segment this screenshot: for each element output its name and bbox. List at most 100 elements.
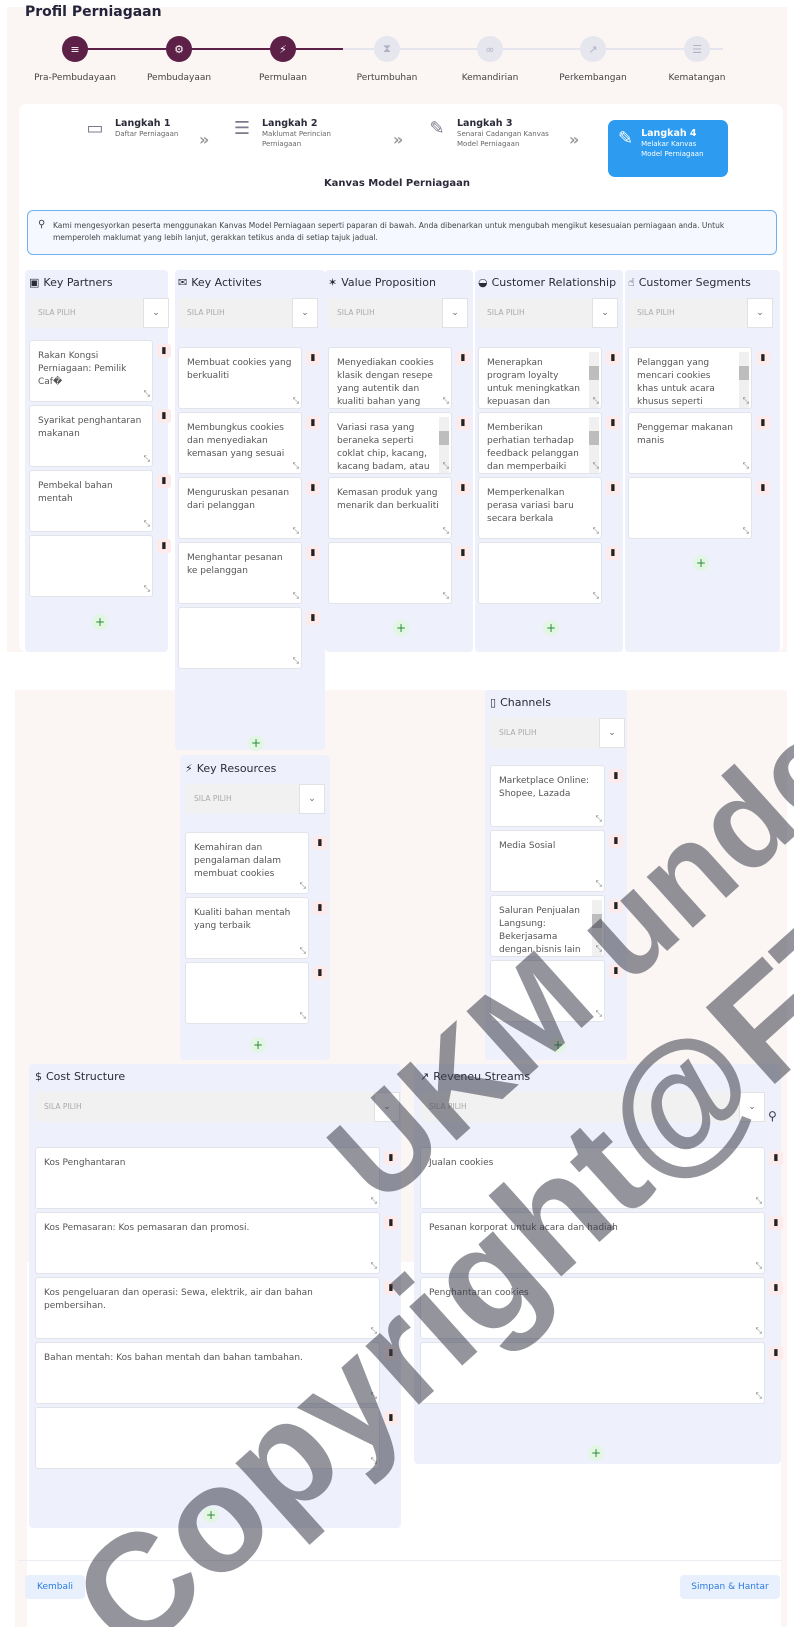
customer_segments-item[interactable]: Pelanggan yang mencari cookies khas untu… [628, 347, 752, 409]
revenue_streams-item[interactable]: Jualan cookies ⤡ [420, 1147, 765, 1209]
cost_structure-item[interactable]: Kos pengeluaran dan operasi: Sewa, elekt… [35, 1277, 380, 1339]
key_resources-item[interactable]: Kemahiran dan pengalaman dalam membuat c… [185, 832, 309, 894]
channels-delete-icon[interactable]: ▮ [609, 964, 623, 978]
value_proposition-delete-icon[interactable]: ▮ [456, 351, 470, 365]
key_resources-item[interactable]: ⤡ [185, 962, 309, 1024]
cost_structure-item[interactable]: ⤡ [35, 1407, 380, 1469]
resize-handle-icon[interactable]: ⤡ [293, 654, 299, 667]
resize-handle-icon[interactable]: ⤡ [593, 394, 599, 407]
resize-handle-icon[interactable]: ⤡ [144, 387, 150, 400]
stage-5[interactable]: ∞ [477, 36, 503, 62]
chevron-down-icon[interactable]: ⌄ [599, 718, 625, 748]
key_partners-item[interactable]: Rakan Kongsi Perniagaan: Pemilik Caf� ⤡ [29, 340, 153, 402]
resize-handle-icon[interactable]: ⤡ [371, 1259, 377, 1272]
scrollbar-thumb[interactable] [739, 366, 749, 380]
value_proposition-delete-icon[interactable]: ▮ [456, 546, 470, 560]
revenue_streams-item[interactable]: ⤡ [420, 1342, 765, 1404]
revenue_streams-item[interactable]: Pesanan korporat untuk acara dan hadiah ⤡ [420, 1212, 765, 1274]
wizard-step-1[interactable]: ▭ Langkah 1 Daftar Perniagaan [83, 118, 215, 139]
revenue_streams-delete-icon[interactable]: ▮ [769, 1346, 783, 1360]
resize-handle-icon[interactable]: ⤡ [593, 459, 599, 472]
search-icon[interactable]: ⚲ [768, 1109, 777, 1123]
cost_structure-delete-icon[interactable]: ▮ [384, 1151, 398, 1165]
customer_relationship-delete-icon[interactable]: ▮ [606, 481, 620, 495]
customer_segments-delete-icon[interactable]: ▮ [756, 351, 770, 365]
back-button[interactable]: Kembali [25, 1575, 85, 1599]
resize-handle-icon[interactable]: ⤡ [300, 879, 306, 892]
chevron-down-icon[interactable]: ⌄ [442, 298, 468, 328]
customer_relationship-item[interactable]: Memberikan perhatian terhadap feedback p… [478, 412, 602, 474]
key_activities-delete-icon[interactable]: ▮ [306, 351, 320, 365]
value_proposition-item[interactable]: Variasi rasa yang beraneka seperti cokla… [328, 412, 452, 474]
value_proposition-item[interactable]: Menyediakan cookies klasik dengan resepe… [328, 347, 452, 409]
cost_structure-select[interactable]: SILA PILIH ⌄ [35, 1092, 400, 1122]
revenue_streams-delete-icon[interactable]: ▮ [769, 1216, 783, 1230]
customer_segments-delete-icon[interactable]: ▮ [756, 416, 770, 430]
wizard-step-3[interactable]: ✎ Langkah 3 Senarai Cadangan Kanvas Model … [425, 118, 557, 149]
customer_segments-add-button[interactable]: + [693, 555, 709, 571]
customer_segments-delete-icon[interactable]: ▮ [756, 481, 770, 495]
revenue_streams-delete-icon[interactable]: ▮ [769, 1151, 783, 1165]
cost_structure-item[interactable]: Kos Penghantaran ⤡ [35, 1147, 380, 1209]
resize-handle-icon[interactable]: ⤡ [743, 459, 749, 472]
key_activities-delete-icon[interactable]: ▮ [306, 611, 320, 625]
resize-handle-icon[interactable]: ⤡ [144, 517, 150, 530]
resize-handle-icon[interactable]: ⤡ [371, 1389, 377, 1402]
resize-handle-icon[interactable]: ⤡ [144, 582, 150, 595]
chevron-down-icon[interactable]: ⌄ [739, 1092, 765, 1122]
channels-item[interactable]: Media Sosial ⤡ [490, 830, 605, 892]
resize-handle-icon[interactable]: ⤡ [756, 1324, 762, 1337]
channels-item[interactable]: Marketplace Online: Shopee, Lazada ⤡ [490, 765, 605, 827]
resize-handle-icon[interactable]: ⤡ [756, 1389, 762, 1402]
value_proposition-delete-icon[interactable]: ▮ [456, 416, 470, 430]
submit-button[interactable]: Simpan & Hantar [680, 1575, 780, 1599]
chevron-down-icon[interactable]: ⌄ [143, 298, 169, 328]
resize-handle-icon[interactable]: ⤡ [293, 589, 299, 602]
resize-handle-icon[interactable]: ⤡ [293, 524, 299, 537]
cost_structure-delete-icon[interactable]: ▮ [384, 1411, 398, 1425]
stage-7[interactable]: ☰ [684, 36, 710, 62]
scrollbar-thumb[interactable] [589, 366, 599, 380]
customer_relationship-item[interactable]: Memperkenalkan perasa variasi baru secar… [478, 477, 602, 539]
chevron-down-icon[interactable]: ⌄ [747, 298, 773, 328]
resize-handle-icon[interactable]: ⤡ [743, 394, 749, 407]
cost_structure-delete-icon[interactable]: ▮ [384, 1281, 398, 1295]
resize-handle-icon[interactable]: ⤡ [596, 877, 602, 890]
customer_relationship-delete-icon[interactable]: ▮ [606, 546, 620, 560]
resize-handle-icon[interactable]: ⤡ [596, 1007, 602, 1020]
key_partners-delete-icon[interactable]: ▮ [157, 474, 171, 488]
resize-handle-icon[interactable]: ⤡ [293, 394, 299, 407]
resize-handle-icon[interactable]: ⤡ [743, 524, 749, 537]
resize-handle-icon[interactable]: ⤡ [756, 1259, 762, 1272]
value_proposition-item[interactable]: Kemasan produk yang menarik dan berkuali… [328, 477, 452, 539]
cost_structure-item[interactable]: Bahan mentah: Kos bahan mentah dan bahan… [35, 1342, 380, 1404]
key_partners-select[interactable]: SILA PILIH ⌄ [29, 298, 169, 328]
key_activities-item[interactable]: Menguruskan pesanan dari pelanggan ⤡ [178, 477, 302, 539]
key_activities-delete-icon[interactable]: ▮ [306, 481, 320, 495]
channels-item[interactable]: Saluran Penjualan Langsung: Bekerjasama … [490, 895, 605, 957]
key_activities-select[interactable]: SILA PILIH ⌄ [178, 298, 318, 328]
key_partners-item[interactable]: Syarikat penghantaran makanan ⤡ [29, 405, 153, 467]
resize-handle-icon[interactable]: ⤡ [443, 524, 449, 537]
resize-handle-icon[interactable]: ⤡ [596, 812, 602, 825]
key_resources-delete-icon[interactable]: ▮ [313, 901, 327, 915]
stage-2[interactable]: ⚙ [166, 36, 192, 62]
resize-handle-icon[interactable]: ⤡ [144, 452, 150, 465]
scrollbar-thumb[interactable] [439, 431, 449, 445]
resize-handle-icon[interactable]: ⤡ [300, 1009, 306, 1022]
cost_structure-add-button[interactable]: + [203, 1507, 219, 1523]
resize-handle-icon[interactable]: ⤡ [443, 394, 449, 407]
value_proposition-add-button[interactable]: + [393, 620, 409, 636]
key_activities-item[interactable]: ⤡ [178, 607, 302, 669]
cost_structure-delete-icon[interactable]: ▮ [384, 1346, 398, 1360]
revenue_streams-item[interactable]: Penghantaran cookies ⤡ [420, 1277, 765, 1339]
value_proposition-select[interactable]: SILA PILIH ⌄ [328, 298, 468, 328]
key_activities-item[interactable]: Membungkus cookies dan menyediakan kemas… [178, 412, 302, 474]
key_partners-item[interactable]: Pembekal bahan mentah ⤡ [29, 470, 153, 532]
resize-handle-icon[interactable]: ⤡ [300, 944, 306, 957]
stage-3[interactable]: ⚡ [270, 36, 296, 62]
customer_segments-item[interactable]: Penggemar makanan manis ⤡ [628, 412, 752, 474]
chevron-down-icon[interactable]: ⌄ [292, 298, 318, 328]
key_resources-item[interactable]: Kualiti bahan mentah yang terbaik ⤡ [185, 897, 309, 959]
stage-1[interactable]: ≡ [62, 36, 88, 62]
